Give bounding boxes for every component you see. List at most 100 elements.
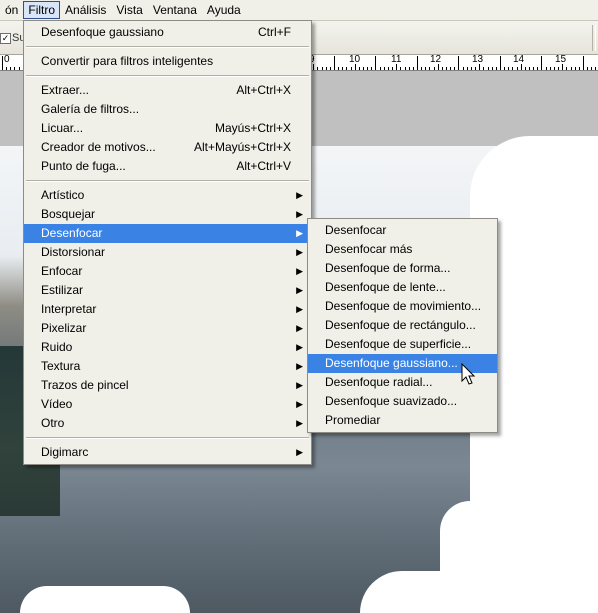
ruler-tick	[14, 67, 15, 70]
ruler-tick	[351, 67, 352, 70]
submenu-item-shape-blur[interactable]: Desenfoque de forma...	[308, 259, 497, 278]
menu-edicion[interactable]: ón	[0, 1, 23, 19]
ruler-tick	[504, 67, 505, 70]
menu-item-sketch[interactable]: Bosquejar ▶	[24, 205, 311, 224]
ruler-number: 12	[430, 54, 442, 65]
ruler-tick	[313, 64, 314, 70]
ruler-tick	[359, 67, 360, 70]
ruler-tick	[554, 67, 555, 70]
menu-item-other[interactable]: Otro ▶	[24, 414, 311, 433]
options-bar-grip[interactable]	[592, 25, 596, 51]
menu-item-label: Creador de motivos...	[41, 140, 156, 154]
submenu-item-lens-blur[interactable]: Desenfoque de lente...	[308, 278, 497, 297]
triangle-right-icon: ▶	[296, 399, 303, 409]
ruler-tick	[363, 67, 364, 70]
menu-item-vanishing-point[interactable]: Punto de fuga... Alt+Ctrl+V	[24, 157, 311, 176]
ruler-tick	[413, 67, 414, 70]
ruler-tick	[496, 67, 497, 70]
blur-submenu: Desenfocar Desenfocar más Desenfoque de …	[307, 218, 498, 433]
menu-item-extract[interactable]: Extraer... Alt+Ctrl+X	[24, 81, 311, 100]
ruler-number: 0	[4, 54, 10, 65]
menu-item-noise[interactable]: Ruido ▶	[24, 338, 311, 357]
triangle-right-icon: ▶	[296, 361, 303, 371]
submenu-item-motion-blur[interactable]: Desenfoque de movimiento...	[308, 297, 497, 316]
ruler-tick	[380, 67, 381, 70]
submenu-item-surface-blur[interactable]: Desenfoque de superficie...	[308, 335, 497, 354]
ruler-tick	[396, 64, 397, 70]
menu-separator	[26, 46, 309, 48]
menu-separator	[26, 437, 309, 439]
menu-item-blur[interactable]: Desenfocar ▶	[24, 224, 311, 243]
triangle-right-icon: ▶	[296, 447, 303, 457]
menu-item-label: Punto de fuga...	[41, 159, 126, 173]
menu-item-label: Enfocar	[41, 264, 83, 278]
menu-item-liquify[interactable]: Licuar... Mayús+Ctrl+X	[24, 119, 311, 138]
submenu-item-blur-more[interactable]: Desenfocar más	[308, 240, 497, 259]
menu-item-filter-gallery[interactable]: Galería de filtros...	[24, 100, 311, 119]
menu-item-label: Desenfoque radial...	[325, 375, 433, 389]
submenu-item-average[interactable]: Promediar	[308, 411, 497, 430]
menu-item-label: Vídeo	[41, 397, 73, 411]
ruler-number: 13	[472, 54, 484, 65]
ruler-tick	[429, 67, 430, 70]
filter-menu: Desenfoque gaussiano Ctrl+F Convertir pa…	[23, 20, 312, 465]
menu-item-label: Estilizar	[41, 283, 84, 297]
ruler-tick	[438, 64, 439, 70]
menu-item-shortcut: Alt+Ctrl+V	[236, 159, 291, 173]
menu-analisis[interactable]: Análisis	[60, 1, 111, 19]
ruler-tick	[334, 56, 335, 70]
ruler-tick	[405, 67, 406, 70]
menu-vista[interactable]: Vista	[111, 1, 147, 19]
submenu-item-smart-blur[interactable]: Desenfoque suavizado...	[308, 392, 497, 411]
ruler-tick	[446, 67, 447, 70]
menu-item-brush-strokes[interactable]: Trazos de pincel ▶	[24, 376, 311, 395]
ruler-tick	[417, 56, 418, 70]
menu-item-stylize[interactable]: Estilizar ▶	[24, 281, 311, 300]
ruler-tick	[525, 67, 526, 70]
menu-item-shortcut: Alt+Mayús+Ctrl+X	[193, 140, 291, 154]
menu-item-sharpen[interactable]: Enfocar ▶	[24, 262, 311, 281]
menu-item-pattern-maker[interactable]: Creador de motivos... Alt+Mayús+Ctrl+X	[24, 138, 311, 157]
menu-item-label: Licuar...	[41, 121, 84, 135]
ruler-tick	[384, 67, 385, 70]
menu-item-smart-filters[interactable]: Convertir para filtros inteligentes	[24, 52, 311, 71]
ruler-tick	[6, 67, 7, 70]
smooth-checkbox[interactable]: ✓	[0, 33, 11, 44]
menu-item-video[interactable]: Vídeo ▶	[24, 395, 311, 414]
menu-ayuda[interactable]: Ayuda	[202, 1, 246, 19]
ruler-tick	[575, 67, 576, 70]
menu-item-label: Promediar	[325, 413, 381, 427]
menu-item-pixelate[interactable]: Pixelizar ▶	[24, 319, 311, 338]
ruler-tick	[546, 67, 547, 70]
menu-filtro[interactable]: Filtro	[23, 1, 61, 19]
submenu-item-blur[interactable]: Desenfocar	[308, 221, 497, 240]
triangle-right-icon: ▶	[296, 323, 303, 333]
ruler-tick	[400, 67, 401, 70]
menu-item-label: Desenfoque de superficie...	[325, 337, 472, 351]
submenu-item-box-blur[interactable]: Desenfoque de rectángulo...	[308, 316, 497, 335]
ruler-tick	[512, 67, 513, 70]
menu-item-last-filter[interactable]: Desenfoque gaussiano Ctrl+F	[24, 23, 311, 42]
ruler-tick	[19, 67, 20, 70]
menu-item-artistic[interactable]: Artístico ▶	[24, 186, 311, 205]
menu-item-label: Distorsionar	[41, 245, 106, 259]
mouse-pointer-icon	[461, 363, 475, 385]
triangle-right-icon: ▶	[296, 247, 303, 257]
ruler-tick	[388, 67, 389, 70]
ruler-tick	[500, 56, 501, 70]
ruler-tick	[508, 67, 509, 70]
menu-item-distort[interactable]: Distorsionar ▶	[24, 243, 311, 262]
triangle-right-icon: ▶	[296, 228, 303, 238]
menu-item-label: Interpretar	[41, 302, 97, 316]
ruler-tick	[483, 67, 484, 70]
menu-ventana[interactable]: Ventana	[148, 1, 202, 19]
ruler-tick	[583, 56, 584, 70]
ruler-tick	[517, 67, 518, 70]
menu-item-texture[interactable]: Textura ▶	[24, 357, 311, 376]
menu-item-digimarc[interactable]: Digimarc ▶	[24, 443, 311, 462]
ruler-tick	[434, 67, 435, 70]
menu-item-render[interactable]: Interpretar ▶	[24, 300, 311, 319]
ruler-tick	[375, 56, 376, 70]
menu-item-label: Desenfocar más	[325, 242, 413, 256]
menu-item-label: Trazos de pincel	[41, 378, 129, 392]
